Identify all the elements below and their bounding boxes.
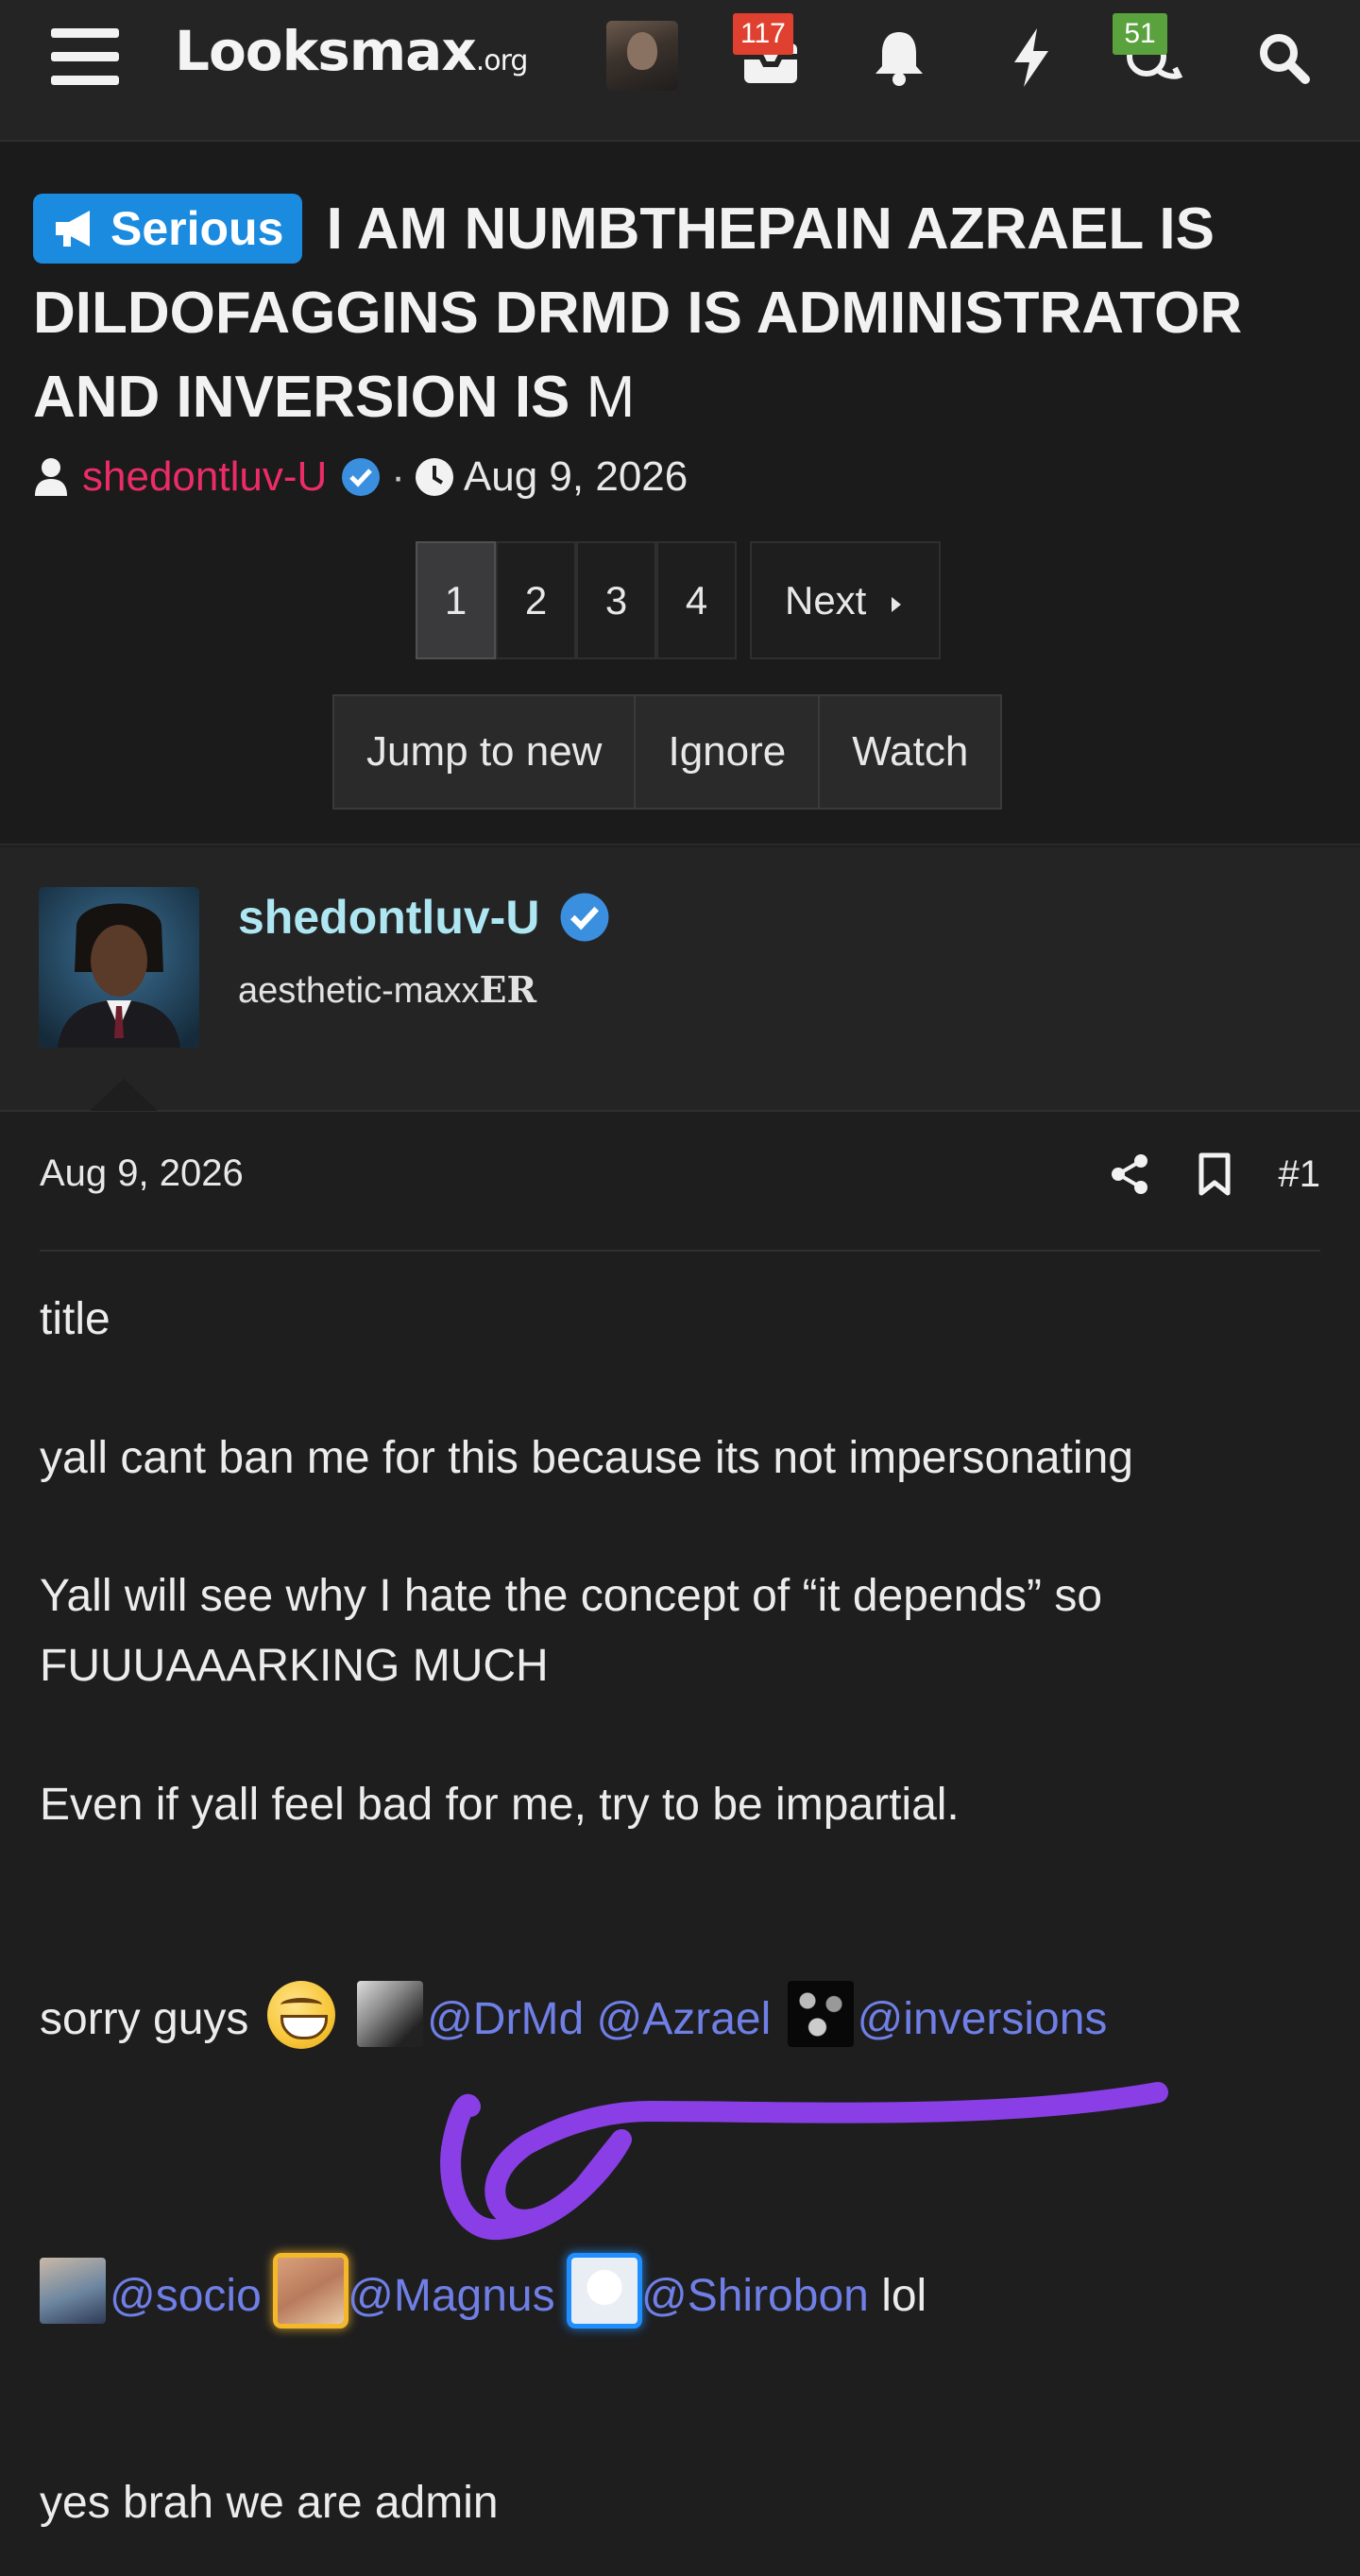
bookmark-icon: [1198, 1152, 1230, 1196]
lightning-icon: [1014, 28, 1048, 87]
top-navigation-bar: Looksmax.org 117 51: [0, 0, 1360, 142]
post-line: title: [40, 1294, 110, 1344]
logo-main-text: Looksmax: [175, 19, 477, 83]
meta-separator: ·: [391, 453, 405, 500]
ignore-button[interactable]: Ignore: [636, 694, 821, 810]
verified-badge-icon: [560, 893, 609, 942]
post-line: Yall will see why I hate the concept of …: [40, 1571, 1103, 1621]
mention-shirobon[interactable]: @Shirobon: [641, 2271, 869, 2321]
post-line: FUUUAAARKING MUCH: [40, 1641, 549, 1691]
bell-icon: [876, 32, 923, 86]
shirobon-avatar[interactable]: [570, 2258, 638, 2324]
post-meta-bar: Aug 9, 2026 #1: [40, 1124, 1320, 1252]
page-link-2[interactable]: 2: [496, 541, 576, 659]
page-link-1[interactable]: 1: [416, 541, 496, 659]
account-avatar[interactable]: [606, 21, 678, 91]
conversations-badge: 51: [1113, 13, 1167, 55]
thread-title-end: M: [586, 365, 636, 430]
caret-right-icon: [892, 597, 902, 612]
thread-author-link[interactable]: shedontluv-U: [82, 453, 327, 501]
alerts-button[interactable]: [861, 19, 937, 94]
mention-magnus[interactable]: @Magnus: [348, 2271, 555, 2321]
jump-to-new-button[interactable]: Jump to new: [332, 694, 637, 810]
drmd-avatar[interactable]: [357, 1981, 424, 2047]
post-user-block: shedontluv-U aesthetic-maxxER: [0, 847, 1360, 1112]
inversions-avatar[interactable]: [787, 1981, 854, 2047]
thread-prefix-label: Serious: [110, 202, 284, 255]
post-date[interactable]: Aug 9, 2026: [40, 1152, 244, 1195]
next-page-label: Next: [784, 578, 867, 623]
menu-icon[interactable]: [51, 28, 119, 85]
bookmark-button[interactable]: [1196, 1152, 1233, 1196]
mention-azrael[interactable]: @Azrael: [596, 1994, 771, 2044]
magnus-avatar[interactable]: [278, 2258, 345, 2324]
post-author-avatar[interactable]: [39, 887, 199, 1048]
mention-inversions[interactable]: @inversions: [858, 1994, 1108, 2044]
post-number-link[interactable]: #1: [1279, 1153, 1321, 1196]
next-page-button[interactable]: Next: [750, 541, 941, 659]
thread-title: Serious I AM NUMBTHEPAIN AZRAEL IS DILDO…: [33, 187, 1327, 439]
avatar-pointer: [90, 1079, 158, 1111]
hand-drawn-arrow-annotation: [440, 2082, 1168, 2241]
search-button[interactable]: [1247, 19, 1322, 94]
page-navigation: 1 2 3 4 Next: [416, 541, 941, 659]
post-username[interactable]: shedontluv-U: [238, 890, 611, 945]
post-username-text: shedontluv-U: [238, 891, 540, 944]
share-button[interactable]: [1109, 1153, 1150, 1195]
user-title-suffix: ER: [479, 968, 537, 1011]
thread-prefix-badge[interactable]: Serious: [33, 194, 303, 264]
user-icon: [35, 458, 67, 496]
clock-icon: [415, 458, 453, 496]
thread-header: Serious I AM NUMBTHEPAIN AZRAEL IS DILDO…: [0, 142, 1360, 845]
page-link-3[interactable]: 3: [576, 541, 656, 659]
mention-socio[interactable]: @socio: [110, 2271, 262, 2321]
watch-button[interactable]: Watch: [820, 694, 1003, 810]
post-text: lol: [881, 2271, 927, 2321]
post-line-mentions-1: sorry guys @DrMd @Azrael @inversions: [40, 1981, 1107, 2054]
user-title: aesthetic-maxxER: [238, 968, 536, 1012]
inbox-button[interactable]: 117: [733, 13, 808, 94]
thread-actions: Jump to new Ignore Watch: [332, 694, 1003, 810]
post-tools: #1: [1063, 1147, 1321, 1202]
page-link-4[interactable]: 4: [656, 541, 737, 659]
post-line: Even if yall feel bad for me, try to be …: [40, 1780, 960, 1830]
post-line: yall cant ban me for this because its no…: [40, 1433, 1133, 1483]
conversations-button[interactable]: 51: [1113, 13, 1190, 94]
thread-date: Aug 9, 2026: [463, 453, 688, 500]
whats-new-button[interactable]: [994, 19, 1069, 94]
post-text: sorry guys: [40, 1994, 249, 2044]
logo-tld-text: .org: [475, 44, 529, 77]
search-icon: [1260, 34, 1310, 84]
share-icon: [1111, 1154, 1148, 1194]
post-line: yes brah we are admin: [40, 2478, 499, 2528]
post-line-mentions-2: @socio @Magnus @Shirobon lol: [40, 2258, 926, 2330]
grinning-sweat-emoji: [266, 1981, 335, 2049]
mention-drmd[interactable]: @DrMd: [427, 1994, 584, 2044]
thread-meta: shedontluv-U · Aug 9, 2026: [33, 449, 688, 505]
site-logo[interactable]: Looksmax.org: [175, 19, 529, 83]
megaphone-icon: [56, 211, 90, 247]
socio-avatar[interactable]: [40, 2258, 106, 2324]
verified-badge-icon: [342, 458, 381, 496]
avatar-image: [39, 887, 199, 1048]
inbox-badge: 117: [733, 13, 793, 55]
user-title-main: aesthetic-maxx: [238, 971, 480, 1011]
